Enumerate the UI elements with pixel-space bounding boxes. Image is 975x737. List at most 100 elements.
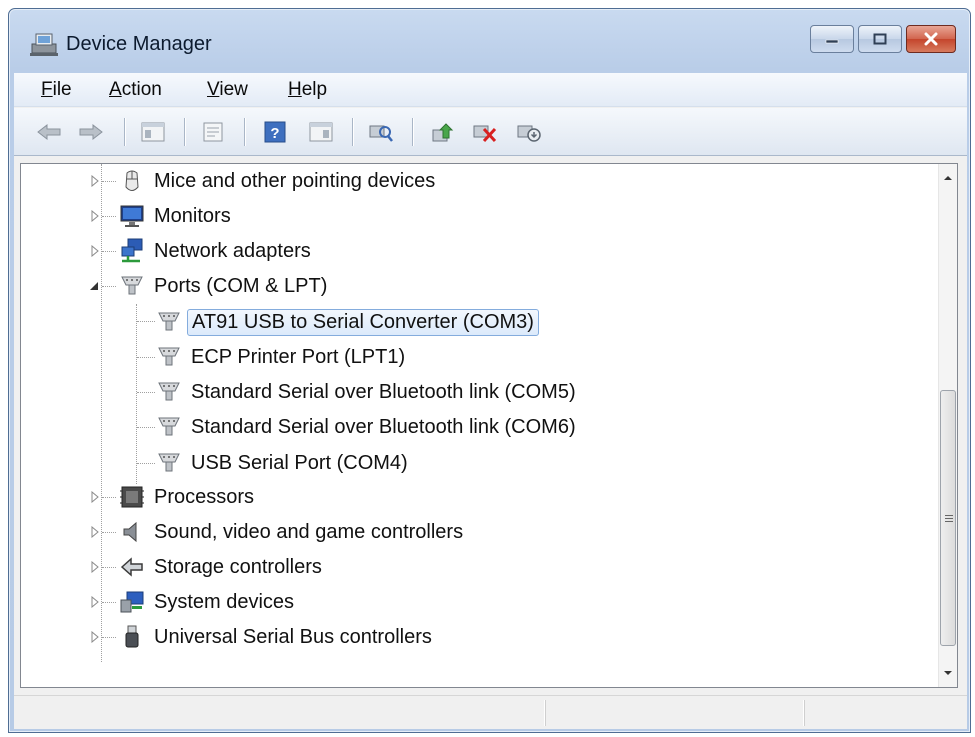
tree-line [101,164,102,662]
tree-item-usb-controllers[interactable]: Universal Serial Bus controllers [118,622,432,652]
update-driver-icon [432,123,454,142]
tree-item-network-adapters[interactable]: Network adapters [118,236,311,266]
disable-device-button[interactable] [514,118,544,146]
expand-icon[interactable] [89,175,101,187]
tree-item-port-com6[interactable]: Standard Serial over Bluetooth link (COM… [155,412,576,442]
tree-line [102,567,116,568]
tree-item-sound[interactable]: Sound, video and game controllers [118,517,463,547]
port-connector-icon [158,417,180,436]
tree-line [137,463,155,464]
tree-line [102,497,116,498]
tree-item-port-com4[interactable]: USB Serial Port (COM4) [155,448,408,478]
expand-icon[interactable] [89,210,101,222]
port-connector-icon [158,453,180,472]
tree-line [102,602,116,603]
back-arrow-icon [37,123,61,141]
close-button[interactable] [906,25,956,53]
tree-item-storage[interactable]: Storage controllers [118,552,322,582]
help-button[interactable]: ? [260,118,290,146]
tree-line [137,427,155,428]
toolbar-separator [412,118,413,146]
tree-item-ports[interactable]: Ports (COM & LPT) [118,271,327,301]
device-tree-pane: Mice and other pointing devices Monitors… [20,163,958,688]
tree-item-processors[interactable]: Processors [118,482,254,512]
toolbar: ? [14,108,967,156]
maximize-icon [873,33,887,45]
disable-device-icon [517,125,541,142]
tree-line [102,181,116,182]
tree-line [102,286,116,287]
scrollbar-thumb[interactable] [940,390,956,646]
menu-action[interactable]: Action [109,79,162,101]
tree-line [102,251,116,252]
mouse-icon [125,170,139,191]
forward-button[interactable] [76,118,106,146]
port-connector-icon [158,347,180,366]
show-hide-console-tree-button[interactable] [138,118,168,146]
usb-plug-icon [125,625,139,648]
tree-item-system-devices[interactable]: System devices [118,587,294,617]
forward-arrow-icon [79,123,103,141]
tree-line [102,216,116,217]
menu-bar: File Action View Help [14,73,967,107]
toolbar-separator [244,118,245,146]
status-bar-divider [545,700,546,726]
vertical-scrollbar[interactable] [938,164,957,687]
title-bar[interactable]: Device Manager [9,9,970,73]
caption-buttons [810,25,956,53]
show-hide-action-pane-icon [309,122,333,142]
processor-chip-icon [120,486,144,508]
system-device-icon [120,591,144,613]
menu-file[interactable]: File [41,79,72,101]
expand-icon[interactable] [89,245,101,257]
show-hide-console-tree-icon [141,122,165,142]
toolbar-separator [352,118,353,146]
speaker-icon [123,521,137,543]
tree-item-port-lpt1[interactable]: ECP Printer Port (LPT1) [155,342,405,372]
update-driver-button[interactable] [428,118,458,146]
tree-line [102,637,116,638]
maximize-button[interactable] [858,25,902,53]
expand-icon[interactable] [89,561,101,573]
svg-text:?: ? [270,125,279,142]
toolbar-separator [124,118,125,146]
port-connector-icon [121,276,143,295]
scroll-up-button[interactable] [939,168,957,188]
menu-view[interactable]: View [207,79,248,101]
scroll-down-button[interactable] [939,663,957,683]
expand-icon[interactable] [89,491,101,503]
tree-item-port-at91[interactable]: AT91 USB to Serial Converter (COM3) [155,307,539,337]
port-connector-icon [158,382,180,401]
window-title: Device Manager [66,33,212,55]
tree-item-monitors[interactable]: Monitors [118,201,231,231]
minimize-button[interactable] [810,25,854,53]
close-icon [924,32,938,46]
port-connector-icon [158,312,180,331]
show-hide-action-pane-button[interactable] [306,118,336,146]
tree-line [137,357,155,358]
status-bar-divider [804,700,805,726]
toolbar-separator [184,118,185,146]
device-tree[interactable]: Mice and other pointing devices Monitors… [21,164,938,687]
scan-hardware-button[interactable] [366,118,396,146]
collapse-icon[interactable] [88,280,100,292]
uninstall-device-button[interactable] [470,118,500,146]
back-button[interactable] [34,118,64,146]
storage-controller-icon [120,557,143,577]
expand-icon[interactable] [89,526,101,538]
expand-icon[interactable] [89,596,101,608]
expand-icon[interactable] [89,631,101,643]
tree-item-mice[interactable]: Mice and other pointing devices [118,166,435,196]
uninstall-device-icon [473,125,497,143]
tree-item-port-com5[interactable]: Standard Serial over Bluetooth link (COM… [155,377,576,407]
scroll-down-arrow-icon [944,671,952,675]
menu-help[interactable]: Help [288,79,327,101]
scroll-up-arrow-icon [944,176,952,180]
grip-icon [945,515,953,524]
tree-line [137,392,155,393]
minimize-icon [825,39,839,44]
client-area: File Action View Help ? Mice and other p… [14,73,967,729]
monitor-icon [120,205,144,227]
scan-hardware-changes-icon [369,125,393,142]
properties-button[interactable] [198,118,228,146]
